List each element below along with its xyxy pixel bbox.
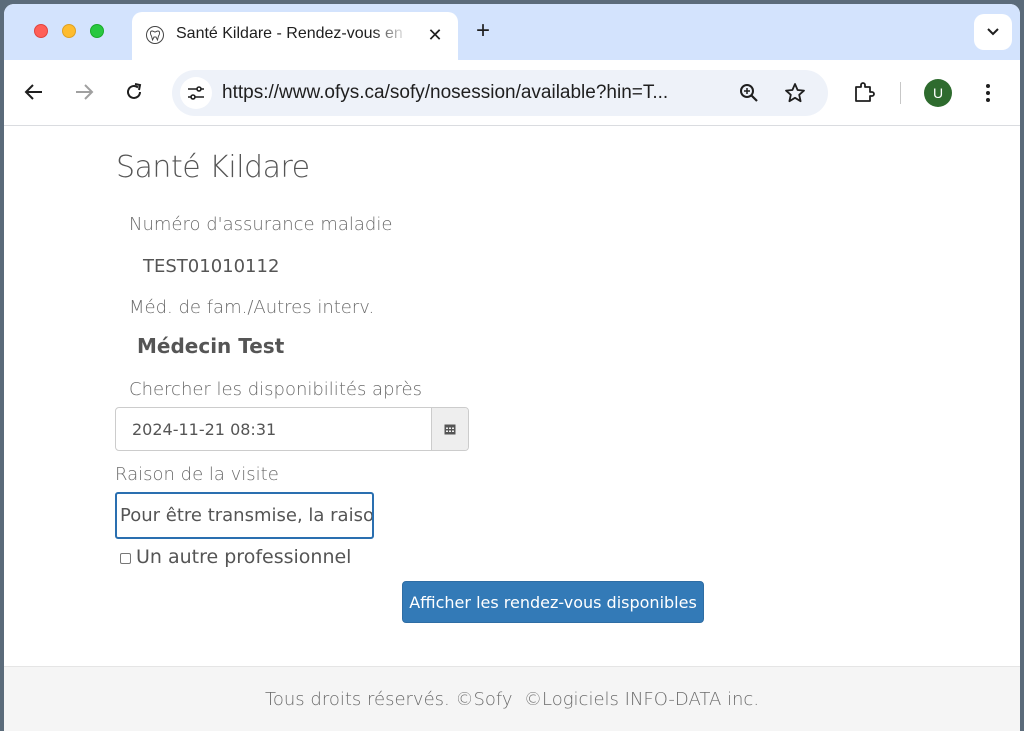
browser-window: Santé Kildare - Rendez-vous en ligne ✕ +… xyxy=(4,4,1020,731)
other-professional-checkbox[interactable] xyxy=(120,553,131,564)
tooth-icon xyxy=(146,26,164,44)
footer-text: Tous droits réservés. ©Sofy ©Logiciels I… xyxy=(264,688,760,710)
practitioner-value: Médecin Test xyxy=(137,334,285,358)
back-arrow-icon[interactable] xyxy=(20,78,48,106)
avatar[interactable]: U xyxy=(924,79,952,107)
reason-label: Raison de la visite xyxy=(115,464,279,485)
search-after-datetime-picker: 2024-11-21 08:31 xyxy=(115,407,469,451)
tab-title: Santé Kildare - Rendez-vous en ligne xyxy=(176,25,408,42)
address-bar[interactable]: https://www.ofys.ca/sofy/nosession/avail… xyxy=(172,70,828,116)
calendar-icon[interactable] xyxy=(431,408,468,450)
toolbar-divider xyxy=(900,82,901,104)
forward-arrow-icon[interactable] xyxy=(70,78,98,106)
close-window-button[interactable] xyxy=(34,24,48,38)
page-title: Santé Kildare xyxy=(116,150,310,185)
more-menu-icon[interactable] xyxy=(976,80,1000,106)
browser-toolbar: https://www.ofys.ca/sofy/nosession/avail… xyxy=(4,60,1020,126)
health-insurance-label: Numéro d'assurance maladie xyxy=(129,214,393,235)
show-appointments-button[interactable]: Afficher les rendez-vous disponibles xyxy=(402,581,704,623)
search-after-input[interactable]: 2024-11-21 08:31 xyxy=(116,408,431,450)
site-settings-icon[interactable] xyxy=(180,77,212,109)
other-professional-label[interactable]: Un autre professionnel xyxy=(136,546,351,568)
new-tab-icon[interactable]: + xyxy=(470,17,496,44)
maximize-window-button[interactable] xyxy=(90,24,104,38)
tab-strip: Santé Kildare - Rendez-vous en ligne ✕ + xyxy=(4,4,1020,60)
practitioner-label: Méd. de fam./Autres interv. xyxy=(129,297,375,318)
reload-icon[interactable] xyxy=(120,78,148,106)
chevron-down-icon[interactable] xyxy=(974,14,1012,50)
zoom-icon[interactable] xyxy=(736,80,762,106)
active-tab[interactable]: Santé Kildare - Rendez-vous en ligne ✕ xyxy=(132,12,458,60)
health-insurance-value: TEST01010112 xyxy=(143,256,280,277)
page-content: Santé Kildare Numéro d'assurance maladie… xyxy=(4,126,1020,731)
url-text[interactable]: https://www.ofys.ca/sofy/nosession/avail… xyxy=(222,82,722,104)
extensions-puzzle-icon[interactable] xyxy=(852,80,876,104)
bookmark-star-icon[interactable] xyxy=(782,80,808,106)
footer: Tous droits réservés. ©Sofy ©Logiciels I… xyxy=(4,666,1020,731)
minimize-window-button[interactable] xyxy=(62,24,76,38)
reason-input[interactable]: Pour être transmise, la raison xyxy=(115,492,374,539)
search-after-label: Chercher les disponibilités après xyxy=(129,379,422,400)
close-tab-icon[interactable]: ✕ xyxy=(424,24,446,46)
